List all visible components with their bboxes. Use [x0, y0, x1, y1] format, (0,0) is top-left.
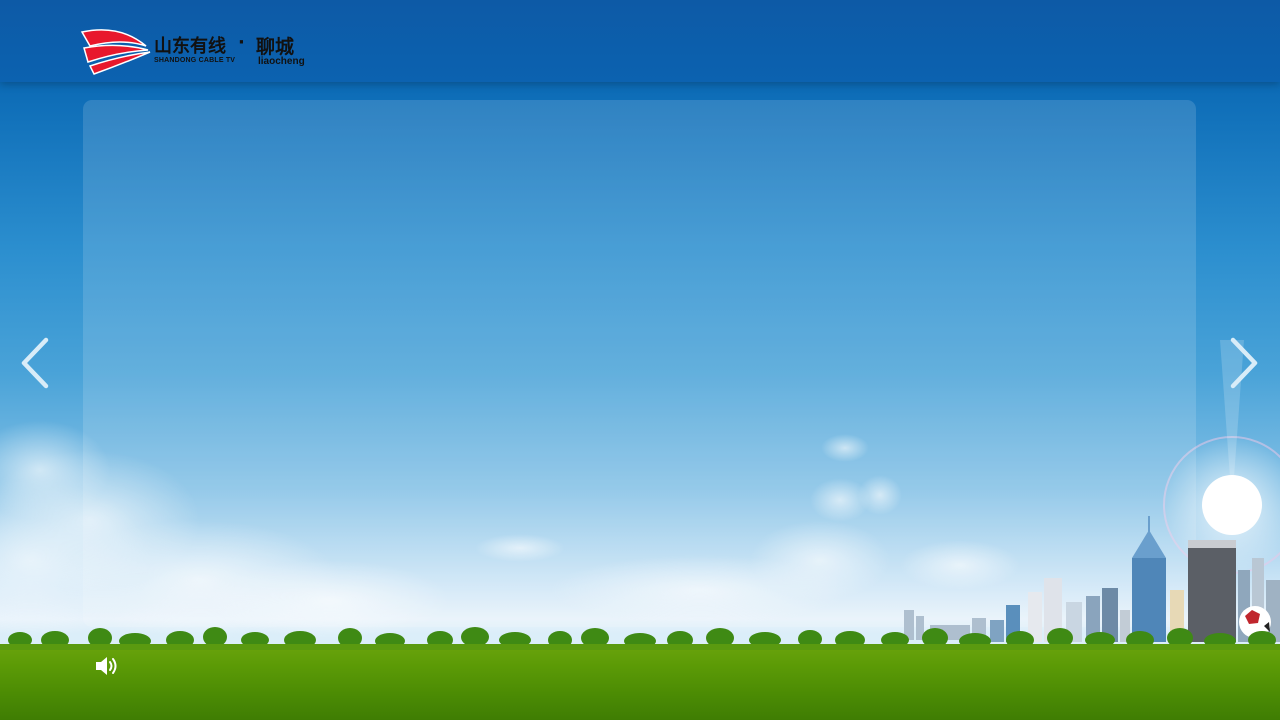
volume-button[interactable] [94, 655, 122, 677]
top-header: 山东有线 · 聊城 SHANDONG CABLE TV liaocheng [0, 0, 1280, 82]
shandong-cable-logo[interactable]: 山东有线 · 聊城 SHANDONG CABLE TV liaocheng [80, 26, 310, 76]
logo-brand-cn: 山东有线 [154, 36, 226, 57]
grass-ground [0, 644, 1280, 720]
logo-brand-en: SHANDONG CABLE TV [154, 57, 236, 64]
chevron-right-icon [1230, 337, 1258, 389]
tree-line [0, 627, 1280, 650]
next-button[interactable] [1227, 336, 1261, 390]
speaker-volume-icon [96, 657, 117, 675]
logo-city-cn: 聊城 [256, 36, 295, 58]
logo-city-en: liaocheng [258, 56, 305, 67]
chevron-left-icon [21, 337, 49, 389]
logo-emblem-icon [80, 29, 151, 75]
city-skyline [904, 516, 1280, 642]
logo-separator: · [238, 32, 245, 53]
prev-button[interactable] [18, 336, 52, 390]
